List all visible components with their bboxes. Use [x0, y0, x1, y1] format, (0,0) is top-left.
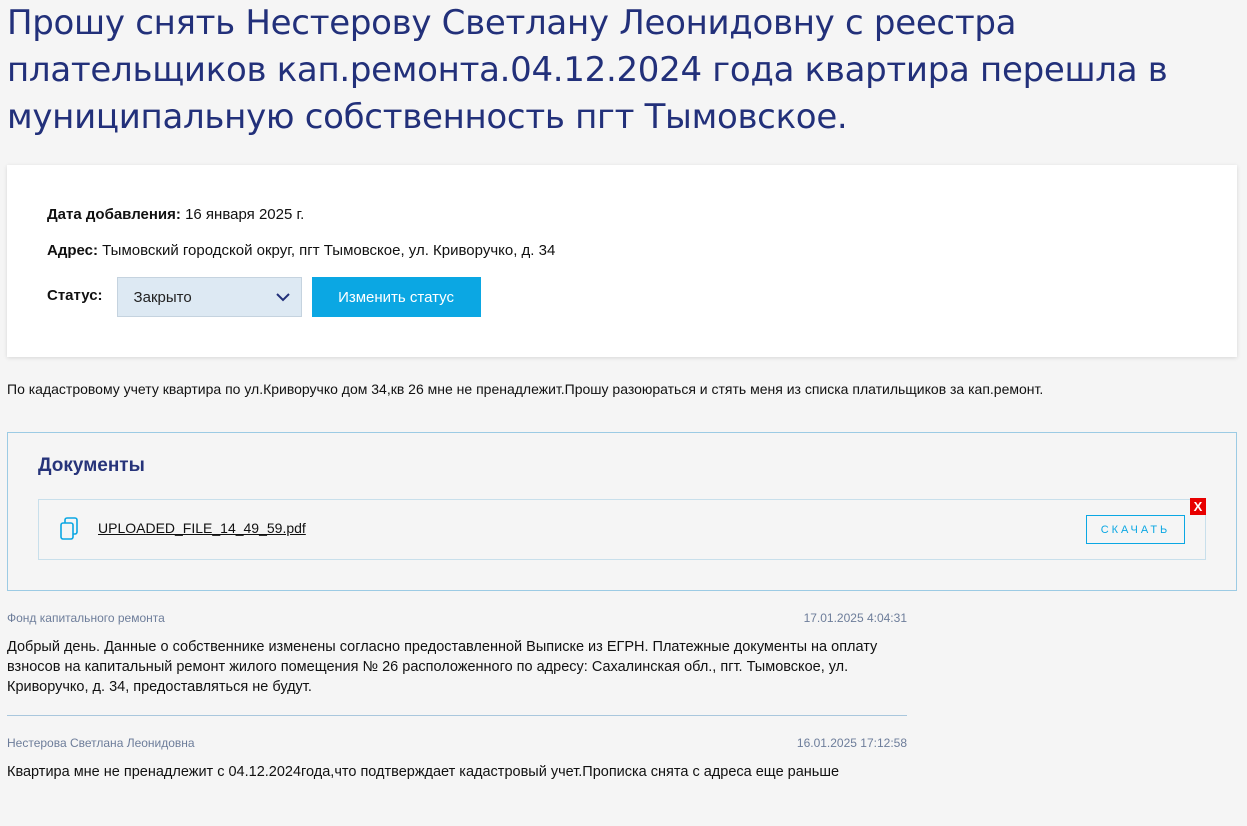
- change-status-button[interactable]: Изменить статус: [311, 277, 481, 317]
- comment-text: Добрый день. Данные о собственнике измен…: [7, 639, 878, 695]
- request-description: По кадастровому учету квартира по ул.Кри…: [7, 381, 1044, 397]
- page-title: Прошу снять Нестерову Светлану Леонидовн…: [7, 3, 1168, 137]
- request-info-card: Дата добавления: 16 января 2025 г. Адрес…: [7, 165, 1237, 357]
- chevron-down-icon: [275, 293, 290, 302]
- document-item: UPLOADED_FILE_14_49_59.pdf СКАЧАТЬ X: [38, 498, 1206, 560]
- comment-time: 17.01.2025 4:04:31: [803, 611, 907, 625]
- comment-author: Нестерова Светлана Леонидовна: [7, 736, 195, 750]
- comment-author: Фонд капитального ремонта: [7, 611, 165, 625]
- comment-item: Нестерова Светлана Леонидовна 16.01.2025…: [7, 736, 907, 796]
- document-link[interactable]: UPLOADED_FILE_14_49_59.pdf: [98, 520, 306, 536]
- download-button[interactable]: СКАЧАТЬ: [1086, 515, 1185, 544]
- status-row: Статус: Закрыто Изменить статус: [47, 277, 481, 317]
- documents-title: Документы: [38, 455, 145, 476]
- delete-document-button[interactable]: X: [1190, 498, 1206, 515]
- comment-item: Фонд капитального ремонта 17.01.2025 4:0…: [7, 611, 907, 711]
- comment-divider: [7, 715, 907, 716]
- file-copy-icon: [60, 517, 78, 540]
- status-select[interactable]: Закрыто: [116, 277, 302, 317]
- date-added-value: 16 января 2025 г.: [185, 206, 305, 223]
- address-label: Адрес:: [47, 242, 98, 259]
- date-added-label: Дата добавления:: [47, 206, 181, 223]
- comment-text: Квартира мне не пренадлежит с 04.12.2024…: [7, 764, 840, 780]
- status-label: Статус:: [47, 287, 103, 304]
- date-added-row: Дата добавления: 16 января 2025 г.: [47, 206, 304, 223]
- comment-time: 16.01.2025 17:12:58: [796, 736, 907, 750]
- documents-section: Документы UPLOADED_FILE_14_49_59.pdf СКА…: [7, 432, 1237, 591]
- status-select-value: Закрыто: [133, 288, 192, 306]
- address-row: Адрес: Тымовский городской округ, пгт Ты…: [47, 242, 555, 259]
- address-value: Тымовский городской округ, пгт Тымовское…: [102, 242, 556, 259]
